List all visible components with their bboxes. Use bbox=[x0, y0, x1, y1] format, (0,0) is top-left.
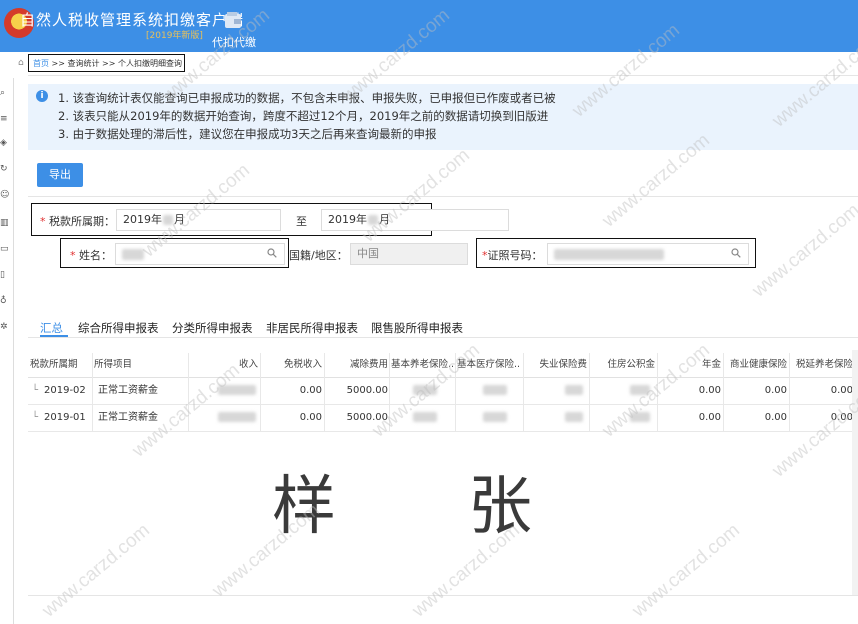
watermark: www.carzd.com bbox=[208, 499, 324, 602]
tree-line: └ bbox=[32, 385, 39, 396]
folder-icon[interactable]: ▭ bbox=[0, 244, 10, 254]
period-label: * 税款所属期： bbox=[40, 215, 115, 228]
cell-tax-free-income: 0.00 bbox=[299, 385, 322, 396]
breadcrumb-separator: >> bbox=[102, 59, 116, 68]
breadcrumb-separator: >> bbox=[51, 59, 65, 68]
settings-icon[interactable]: ✲ bbox=[0, 322, 10, 332]
watermark: www.carzd.com bbox=[748, 199, 858, 302]
column-header[interactable]: 所得项目 bbox=[94, 353, 184, 377]
column-header[interactable]: 减除费用 bbox=[326, 353, 388, 377]
version-badge: [2019年新版] bbox=[146, 31, 203, 41]
column-divider bbox=[324, 353, 325, 431]
column-divider bbox=[789, 353, 790, 431]
chart-icon[interactable]: ▥ bbox=[0, 218, 10, 228]
cell-income bbox=[218, 405, 256, 431]
info-icon: i bbox=[36, 90, 48, 102]
divider bbox=[28, 337, 858, 338]
info-notice: i 1. 该查询统计表仅能查询已申报成功的数据，不包含未申报、申报失败，已申报但… bbox=[28, 84, 858, 150]
layers-icon[interactable]: ◈ bbox=[0, 138, 10, 148]
document-icon[interactable]: ▯ bbox=[0, 270, 10, 280]
notice-line-1: 1. 该查询统计表仅能查询已申报成功的数据，不包含未申报、申报失败，已申报但已作… bbox=[58, 91, 556, 105]
period-to-input[interactable]: 2019年月 bbox=[321, 209, 509, 231]
column-header[interactable]: 税款所属期 bbox=[30, 353, 90, 377]
export-button[interactable]: 导出 bbox=[37, 163, 83, 187]
column-divider bbox=[589, 353, 590, 431]
cell-income-item: 正常工资薪金 bbox=[98, 385, 158, 396]
cell-unemployment bbox=[565, 378, 583, 404]
column-header[interactable]: 住房公积金 bbox=[591, 353, 655, 377]
cell-basic-medical bbox=[483, 405, 507, 431]
search-icon[interactable]: ⌕ bbox=[0, 88, 10, 98]
notice-line-2: 2. 该表只能从2019年的数据开始查询，跨度不超过12个月，2019年之前的数… bbox=[58, 109, 549, 123]
people-icon[interactable]: ♁ bbox=[0, 296, 10, 306]
cell-basic-medical bbox=[483, 378, 507, 404]
breadcrumb-query-stats[interactable]: 查询统计 bbox=[68, 59, 100, 68]
cell-period: 2019-02 bbox=[44, 385, 86, 396]
cell-unemployment bbox=[565, 405, 583, 431]
cell-commercial-health: 0.00 bbox=[764, 385, 787, 396]
sidebar-divider bbox=[13, 78, 14, 624]
refresh-icon[interactable]: ↻ bbox=[0, 164, 10, 174]
watermark: www.carzd.com bbox=[628, 519, 744, 622]
cell-period: 2019-01 bbox=[44, 412, 86, 423]
column-divider bbox=[92, 353, 93, 431]
table-scrollbar[interactable] bbox=[852, 350, 858, 596]
period-to-label: 至 bbox=[296, 215, 307, 228]
id-number-label: *证照号码： bbox=[482, 249, 543, 262]
nationality-label: 国籍/地区： bbox=[289, 249, 348, 262]
tab-summary[interactable]: 汇总 bbox=[40, 320, 63, 336]
column-divider bbox=[523, 353, 524, 431]
tab-classified-income[interactable]: 分类所得申报表 bbox=[172, 320, 253, 336]
column-divider bbox=[260, 353, 261, 431]
cell-tax-deferred-pension: 0.00 bbox=[830, 385, 853, 396]
search-icon[interactable] bbox=[267, 248, 277, 258]
home-icon[interactable]: ⌂ bbox=[18, 58, 24, 68]
column-header[interactable]: 失业保险费 bbox=[525, 353, 587, 377]
cell-tax-free-income: 0.00 bbox=[299, 412, 322, 423]
app-title: 自然人税收管理系统扣缴客户端 bbox=[20, 11, 245, 29]
breadcrumb-current: 个人扣缴明细查询 bbox=[118, 59, 182, 68]
nationality-field: 中国 bbox=[350, 243, 468, 265]
breadcrumb: 首页 >> 查询统计 >> 个人扣缴明细查询 bbox=[28, 54, 185, 72]
watermark: www.carzd.com bbox=[38, 519, 154, 622]
search-icon[interactable] bbox=[731, 248, 741, 258]
column-header[interactable]: 免税收入 bbox=[262, 353, 322, 377]
column-header[interactable]: 商业健康保险 bbox=[725, 353, 787, 377]
divider bbox=[28, 75, 858, 76]
tree-line: └ bbox=[32, 412, 39, 423]
left-icon-rail: ⌕ ≡ ◈ ↻ ☺ ▥ ▭ ▯ ♁ ✲ bbox=[0, 78, 12, 378]
column-header[interactable]: 税延养老保险 bbox=[791, 353, 853, 377]
tab-restricted-stock-income[interactable]: 限售股所得申报表 bbox=[371, 320, 463, 336]
column-divider bbox=[723, 353, 724, 431]
divider bbox=[28, 196, 858, 197]
user-icon[interactable]: ☺ bbox=[0, 190, 10, 200]
cell-deduction: 5000.00 bbox=[346, 385, 388, 396]
breadcrumb-home[interactable]: 首页 bbox=[33, 59, 49, 68]
name-label: * 姓名： bbox=[70, 249, 112, 262]
id-number-input[interactable] bbox=[547, 243, 749, 265]
tab-nonresident-income[interactable]: 非居民所得申报表 bbox=[266, 320, 358, 336]
tab-comprehensive-income[interactable]: 综合所得申报表 bbox=[78, 320, 159, 336]
list-icon[interactable]: ≡ bbox=[0, 114, 10, 124]
watermark: www.carzd.com bbox=[408, 519, 524, 622]
cell-commercial-health: 0.00 bbox=[764, 412, 787, 423]
notice-line-3: 3. 由于数据处理的滞后性，建议您在申报成功3天之后再来查询最新的申报 bbox=[58, 127, 437, 141]
cell-annuity: 0.00 bbox=[698, 412, 721, 423]
